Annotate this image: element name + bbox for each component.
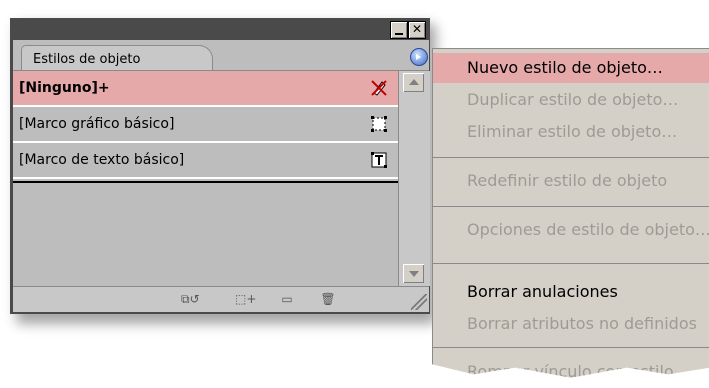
- resize-grip[interactable]: [411, 294, 427, 310]
- style-row-graphic-frame[interactable]: [Marco gráfico básico]: [13, 107, 398, 143]
- style-row-none[interactable]: [Ninguno]+: [13, 71, 398, 107]
- tab-bar: Estilos de objeto: [13, 40, 429, 72]
- menu-separator: [433, 157, 709, 158]
- menu-separator: [433, 206, 709, 207]
- menu-item-clear-undefined-attributes[interactable]: Borrar atributos no definidos: [433, 309, 709, 339]
- panel-footer: ⧉↺ ⬚+ ▭ 🗑: [13, 286, 429, 312]
- trash-icon[interactable]: 🗑: [319, 292, 337, 306]
- vertical-scrollbar[interactable]: [398, 71, 430, 286]
- new-style-icon[interactable]: ⬚+: [235, 292, 256, 306]
- graphic-frame-icon: [371, 116, 387, 132]
- menu-item-clear-overrides[interactable]: Borrar anulaciones: [433, 277, 709, 307]
- clear-overrides-icon[interactable]: ⧉↺: [181, 292, 200, 306]
- text-frame-icon: [371, 152, 387, 168]
- object-styles-panel: ✕ Estilos de objeto [Ninguno]+ [Marco gr…: [10, 18, 430, 314]
- menu-item-new-style[interactable]: Nuevo estilo de objeto…: [433, 53, 709, 83]
- menu-item-break-link[interactable]: Romper vínculo con estilo: [433, 357, 709, 378]
- panel-flyout-menu: Nuevo estilo de objeto… Duplicar estilo …: [432, 48, 709, 378]
- menu-item-delete-style[interactable]: Eliminar estilo de objeto…: [433, 117, 709, 147]
- style-label: [Marco gráfico básico]: [19, 116, 175, 132]
- style-row-text-frame[interactable]: [Marco de texto básico]: [13, 143, 398, 179]
- menu-separator: [433, 347, 709, 348]
- minimize-button[interactable]: [390, 21, 408, 39]
- style-label: [Marco de texto básico]: [19, 152, 185, 168]
- page-icon[interactable]: ▭: [278, 292, 296, 306]
- panel-body: Estilos de objeto [Ninguno]+ [Marco gráf…: [13, 40, 430, 312]
- tab-object-styles[interactable]: Estilos de objeto: [21, 45, 213, 72]
- menu-item-duplicate-style[interactable]: Duplicar estilo de objeto…: [433, 85, 709, 115]
- menu-item-style-options[interactable]: Opciones de estilo de objeto…: [433, 215, 709, 245]
- tab-label: Estilos de objeto: [33, 52, 141, 67]
- list-end-divider: [13, 181, 398, 183]
- menu-item-redefine-style[interactable]: Redefinir estilo de objeto: [433, 166, 709, 196]
- no-frame-icon: [371, 80, 387, 96]
- scroll-down-button[interactable]: [403, 264, 424, 283]
- menu-separator: [433, 263, 709, 264]
- panel-menu-button[interactable]: [410, 48, 428, 66]
- styles-list: [Ninguno]+ [Marco gráfico básico] [Marco…: [13, 71, 398, 286]
- close-button[interactable]: ✕: [408, 21, 426, 39]
- style-label: [Ninguno]+: [19, 80, 110, 96]
- scroll-up-button[interactable]: [403, 73, 424, 92]
